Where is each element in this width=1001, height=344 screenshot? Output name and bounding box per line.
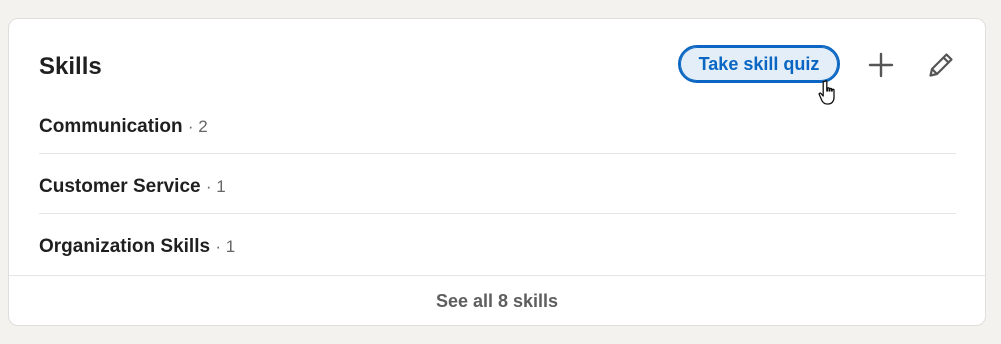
skill-item: Customer Service · 1	[39, 176, 226, 198]
endorsement-count: · 2	[187, 117, 208, 136]
see-all-skills-link[interactable]: See all 8 skills	[9, 275, 985, 325]
endorsement-count: · 1	[205, 177, 226, 196]
edit-skills-button[interactable]	[923, 47, 959, 83]
skill-name: Organization Skills	[39, 236, 211, 257]
skill-row[interactable]: Communication · 2	[39, 94, 956, 154]
add-skill-button[interactable]	[863, 47, 899, 83]
skills-card: Skills Take skill quiz Communication · 2…	[8, 18, 986, 326]
pencil-icon	[929, 53, 953, 77]
plus-icon	[868, 52, 894, 78]
skill-row[interactable]: Customer Service · 1	[39, 154, 956, 214]
endorsement-count: · 1	[215, 237, 236, 256]
section-title: Skills	[39, 53, 102, 80]
skill-row[interactable]: Organization Skills · 1	[39, 214, 956, 274]
skill-item: Organization Skills · 1	[39, 236, 235, 258]
take-skill-quiz-button[interactable]: Take skill quiz	[678, 45, 840, 83]
skill-name: Customer Service	[39, 176, 201, 197]
skill-name: Communication	[39, 116, 183, 137]
skill-item: Communication · 2	[39, 116, 208, 138]
